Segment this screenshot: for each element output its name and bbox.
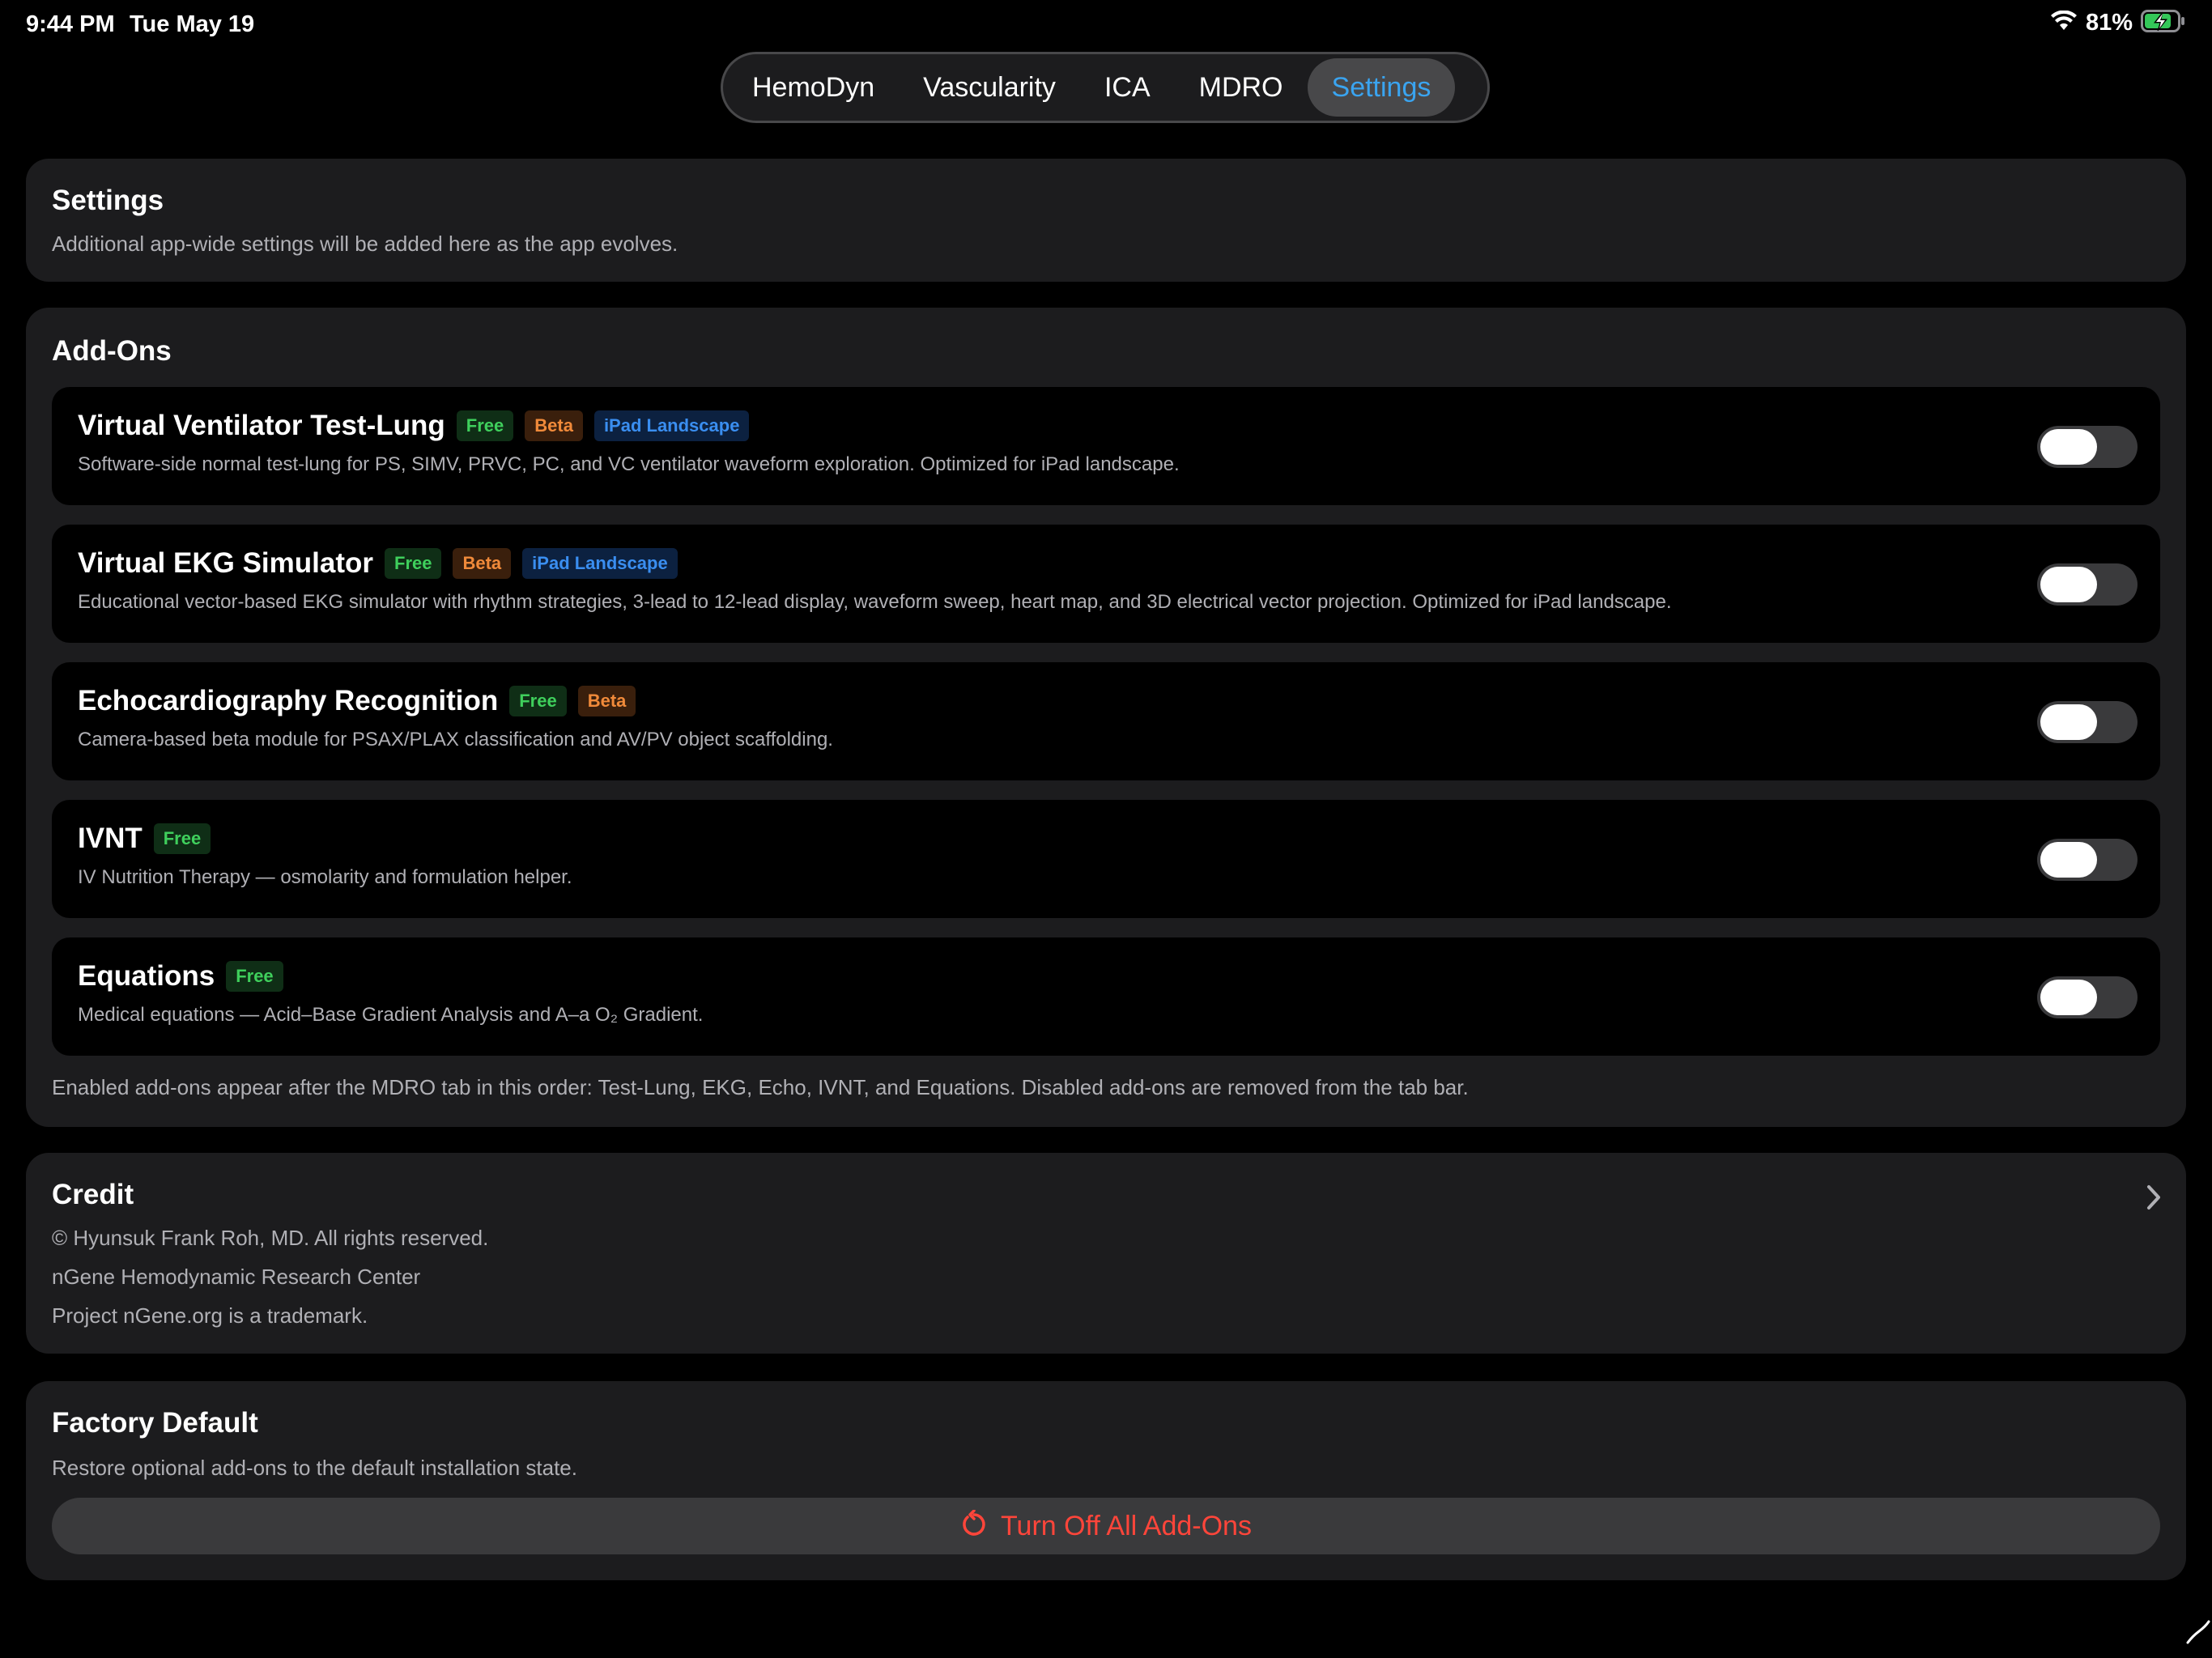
toggle-knob [2040, 980, 2097, 1015]
addon-description: Educational vector-based EKG simulator w… [78, 591, 1672, 613]
tab-vascularity[interactable]: Vascularity [899, 58, 1080, 117]
battery-charging-icon [2141, 10, 2186, 36]
addon-name: IVNT [78, 823, 143, 854]
tab-settings[interactable]: Settings [1307, 58, 1456, 117]
status-bar: 9:44 PM Tue May 19 81% [0, 0, 2212, 52]
addon-description: Medical equations — Acid–Base Gradient A… [78, 1004, 704, 1026]
addon-description: Camera-based beta module for PSAX/PLAX c… [78, 729, 833, 750]
credit-line-center: nGene Hemodynamic Research Center [52, 1265, 421, 1289]
turn-off-all-addons-label: Turn Off All Add-Ons [1001, 1510, 1252, 1541]
ipad-landscape-badge: iPad Landscape [522, 548, 678, 579]
wifi-icon [2050, 10, 2078, 36]
addon-row-echo: Echocardiography Recognition Free Beta C… [52, 662, 2160, 780]
toggle-test-lung[interactable] [2037, 426, 2138, 468]
tab-mdro[interactable]: MDRO [1175, 58, 1308, 117]
addon-name: Equations [78, 960, 215, 992]
toggle-knob [2040, 567, 2097, 602]
toggle-knob [2040, 429, 2097, 465]
credit-title: Credit [52, 1179, 134, 1210]
tab-ica[interactable]: ICA [1080, 58, 1175, 117]
free-badge: Free [456, 410, 514, 441]
settings-subtitle: Additional app-wide settings will be add… [52, 232, 678, 256]
credit-card[interactable]: Credit © Hyunsuk Frank Roh, MD. All righ… [26, 1153, 2186, 1354]
pencil-hover-icon [2184, 1618, 2212, 1650]
toggle-knob [2040, 842, 2097, 878]
battery-percentage: 81% [2085, 10, 2133, 36]
addon-row-equations: Equations Free Medical equations — Acid–… [52, 937, 2160, 1056]
addon-name: Echocardiography Recognition [78, 685, 499, 716]
addons-title: Add-Ons [52, 335, 172, 367]
addon-description: Software-side normal test-lung for PS, S… [78, 453, 1180, 475]
beta-badge: Beta [525, 410, 583, 441]
free-badge: Free [385, 548, 442, 579]
addons-footnote: Enabled add-ons appear after the MDRO ta… [52, 1075, 1469, 1099]
status-indicators: 81% [2050, 10, 2186, 36]
toggle-ekg[interactable] [2037, 563, 2138, 606]
chevron-right-icon[interactable] [2144, 1184, 2163, 1215]
addon-row-test-lung: Virtual Ventilator Test-Lung Free Beta i… [52, 387, 2160, 505]
credit-line-copyright: © Hyunsuk Frank Roh, MD. All rights rese… [52, 1226, 489, 1250]
addon-row-ekg: Virtual EKG Simulator Free Beta iPad Lan… [52, 525, 2160, 643]
turn-off-all-addons-button[interactable]: Turn Off All Add-Ons [52, 1498, 2160, 1554]
free-badge: Free [509, 686, 567, 716]
addon-name: Virtual Ventilator Test-Lung [78, 410, 445, 441]
status-date: Tue May 19 [130, 11, 255, 37]
tab-bar: HemoDyn Vascularity ICA MDRO Settings [721, 52, 1490, 123]
toggle-ivnt[interactable] [2037, 839, 2138, 881]
beta-badge: Beta [453, 548, 512, 579]
status-time: 9:44 PM [26, 11, 115, 37]
settings-title: Settings [52, 185, 164, 216]
addon-description: IV Nutrition Therapy — osmolarity and fo… [78, 866, 572, 888]
toggle-echo[interactable] [2037, 701, 2138, 743]
settings-card: Settings Additional app-wide settings wi… [26, 159, 2186, 282]
addon-name: Virtual EKG Simulator [78, 547, 373, 579]
reset-arrow-icon [960, 1508, 988, 1543]
factory-default-card: Factory Default Restore optional add-ons… [26, 1381, 2186, 1580]
toggle-equations[interactable] [2037, 976, 2138, 1018]
factory-default-title: Factory Default [52, 1407, 258, 1439]
addon-row-ivnt: IVNT Free IV Nutrition Therapy — osmolar… [52, 800, 2160, 918]
credit-line-trademark: Project nGene.org is a trademark. [52, 1303, 368, 1328]
ipad-landscape-badge: iPad Landscape [593, 410, 750, 441]
factory-default-subtitle: Restore optional add-ons to the default … [52, 1456, 577, 1480]
free-badge: Free [226, 961, 283, 992]
free-badge: Free [153, 823, 211, 854]
addons-card: Add-Ons Virtual Ventilator Test-Lung Fre… [26, 308, 2186, 1127]
tab-hemodyn[interactable]: HemoDyn [728, 58, 899, 117]
toggle-knob [2040, 704, 2097, 740]
beta-badge: Beta [577, 686, 636, 716]
